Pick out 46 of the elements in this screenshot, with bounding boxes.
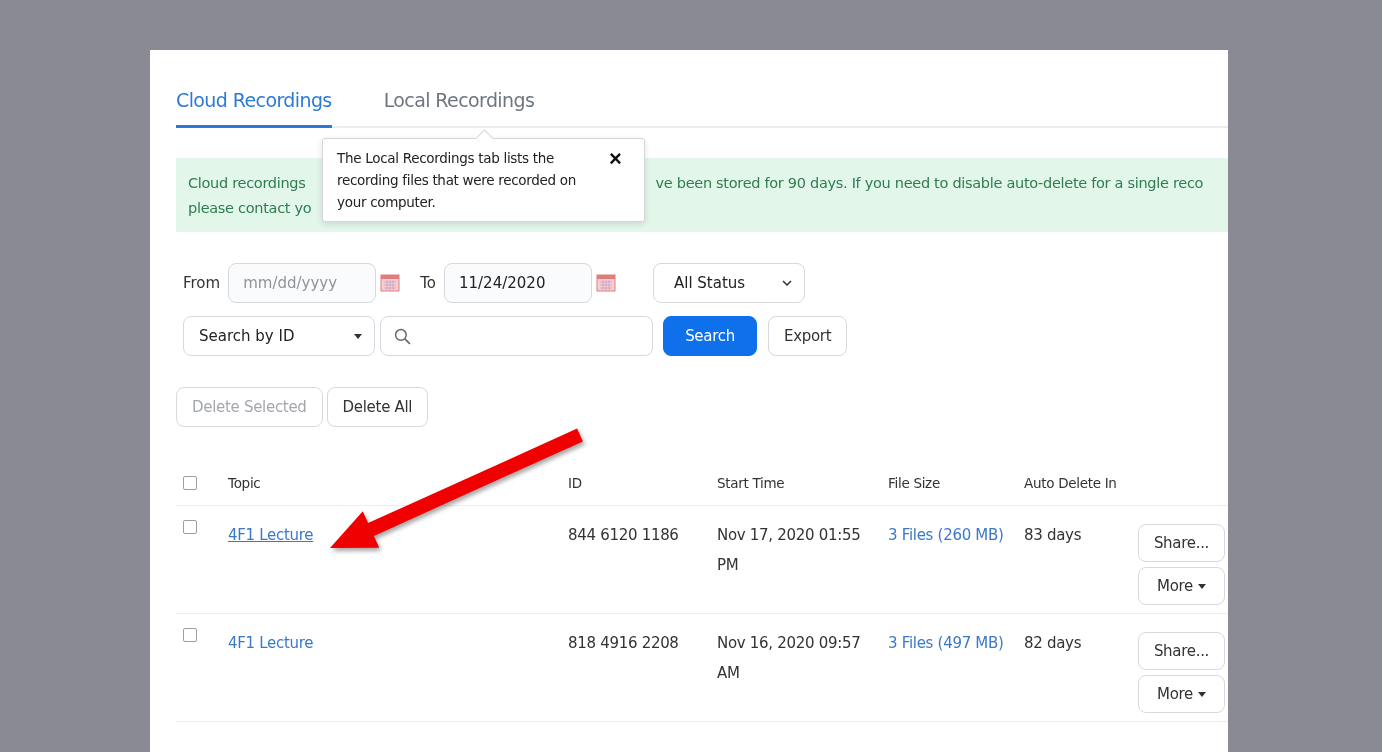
banner-text: ve been stored for 90 days. If you need to disable auto-delete for a single reco <box>655 174 1204 191</box>
share-button[interactable]: Share... <box>1138 632 1225 670</box>
file-size-link[interactable]: 3 Files (497 MB) <box>888 634 1004 652</box>
topic-link[interactable]: 4F1 Lecture <box>228 634 314 652</box>
start-time: Nov 17, 2020 01:55 PM <box>717 525 862 576</box>
to-date-field[interactable]: 11/24/2020 <box>443 263 592 303</box>
topic-link[interactable]: 4F1 Lecture <box>228 526 314 544</box>
caret-icon <box>354 333 362 339</box>
column-header: Start Time <box>717 475 786 491</box>
column-header: File Size <box>888 475 941 491</box>
calendar-icon[interactable] <box>380 274 401 292</box>
caret-icon <box>1198 692 1206 697</box>
column-header: Auto Delete In <box>1024 475 1118 491</box>
from-date-field[interactable]: mm/dd/yyyy <box>228 263 377 303</box>
tab[interactable]: Local Recordings <box>383 50 535 128</box>
share-button[interactable]: Share... <box>1138 524 1225 562</box>
search-field[interactable] <box>380 316 653 356</box>
banner-text: Cloud recordings <box>188 174 306 191</box>
meeting-id: 844 6120 1186 <box>568 525 680 546</box>
select-all-checkbox[interactable] <box>183 476 197 490</box>
export-button[interactable]: Export <box>768 316 848 356</box>
row-checkbox[interactable] <box>183 628 197 642</box>
tooltip-text: The Local Recordings tab lists the recording files that were recorded on your computer. <box>337 149 578 212</box>
start-time: Nov 16, 2020 09:57 AM <box>717 633 862 684</box>
auto-delete-days: 83 days <box>1024 520 1138 550</box>
more-button[interactable]: More <box>1138 567 1225 605</box>
row-checkbox[interactable] <box>183 520 197 534</box>
search-type-dropdown[interactable]: Search by ID <box>183 316 375 356</box>
close-button[interactable]: × <box>607 147 624 171</box>
calendar-icon[interactable] <box>595 274 616 292</box>
auto-delete-days: 82 days <box>1024 628 1138 658</box>
column-header: ID <box>568 475 583 491</box>
caret-icon <box>1198 584 1206 589</box>
banner-text: please contact yo <box>188 199 312 216</box>
search-icon <box>394 327 411 345</box>
chevron-icon <box>781 280 792 286</box>
file-size-link[interactable]: 3 Files (260 MB) <box>888 526 1004 544</box>
search-button[interactable]: Search <box>663 316 757 356</box>
delete-button[interactable]: Delete All <box>326 387 429 427</box>
meeting-id: 818 4916 2208 <box>568 633 680 654</box>
column-header: Topic <box>228 475 262 491</box>
more-button[interactable]: More <box>1138 675 1225 713</box>
tab[interactable]: Cloud Recordings <box>176 50 332 128</box>
to-label: To <box>420 274 436 292</box>
from-label: From <box>183 274 221 292</box>
status-dropdown[interactable]: All Status <box>652 263 805 303</box>
